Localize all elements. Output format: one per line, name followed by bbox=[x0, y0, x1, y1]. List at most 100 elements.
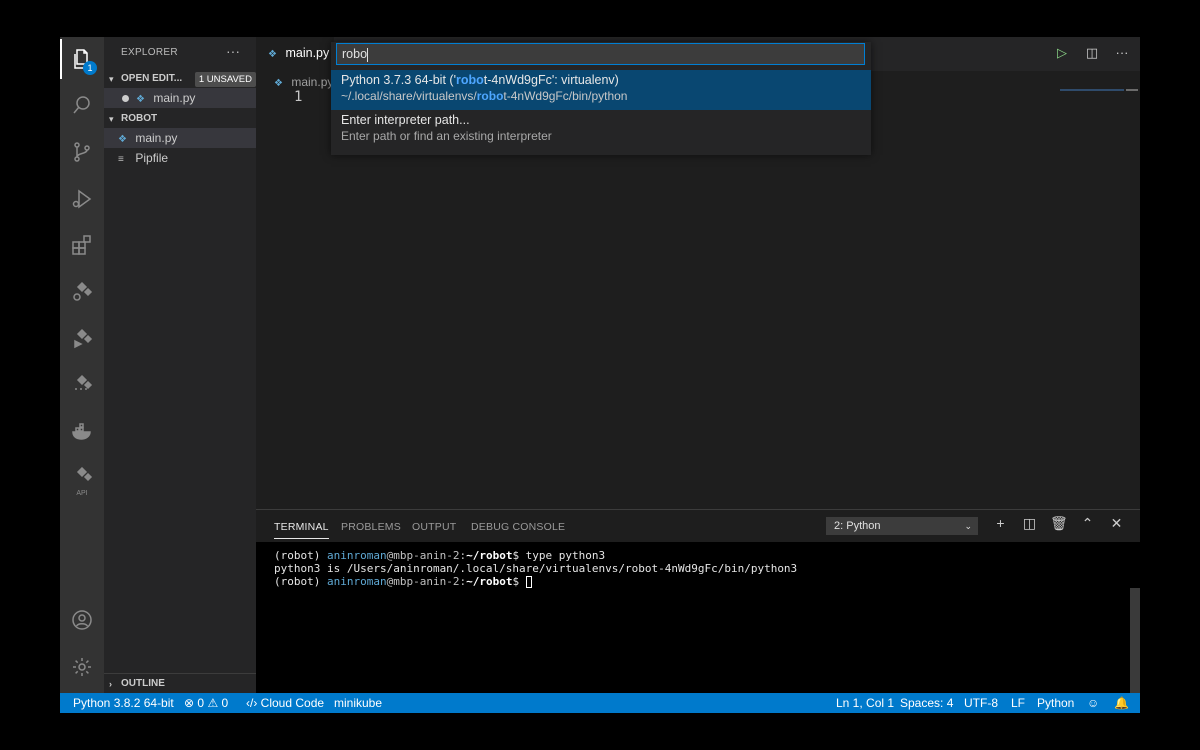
api-label: API bbox=[76, 490, 88, 497]
quick-pick-input[interactable]: robo bbox=[336, 43, 865, 65]
explorer-activity[interactable]: 1 bbox=[60, 39, 104, 79]
bell-icon[interactable]: 🔔 bbox=[1114, 693, 1129, 713]
run-debug-icon bbox=[72, 189, 92, 209]
unsaved-badge: 1 UNSAVED bbox=[194, 72, 256, 87]
split-terminal-icon[interactable]: ◫ bbox=[1021, 515, 1038, 532]
new-terminal-icon[interactable]: + bbox=[992, 515, 1009, 532]
line-number: 1 bbox=[294, 89, 303, 105]
python-file-icon: ❖ bbox=[274, 78, 283, 89]
unsaved-dot-icon bbox=[122, 95, 129, 103]
more-actions-icon[interactable]: ··· bbox=[1114, 45, 1130, 61]
terminal-output[interactable]: (robot) aninroman@mbp-anin-2:~/robot$ ty… bbox=[256, 542, 1140, 694]
terminal-select-value: 2: Python bbox=[834, 520, 881, 532]
text-file-icon: ≡ bbox=[118, 154, 124, 165]
open-editor-item[interactable]: ❖ main.py bbox=[104, 88, 256, 108]
explorer-sidebar: EXPLORER ··· ▾ OPEN EDIT... 1 UNSAVED ❖ … bbox=[104, 37, 256, 693]
cursor-position-status[interactable]: Ln 1, Col 1 bbox=[836, 693, 894, 713]
terminal-line: (robot) aninroman@mbp-anin-2:~/robot$ ty… bbox=[274, 549, 606, 562]
code-icon: ‹/› bbox=[246, 696, 258, 710]
overview-ruler bbox=[1126, 89, 1138, 91]
chevron-down-icon: ▾ bbox=[109, 74, 114, 84]
tab-terminal[interactable]: TERMINAL bbox=[274, 521, 329, 539]
activity-bar: 1 API bbox=[60, 37, 104, 693]
cloud-run-activity[interactable] bbox=[60, 319, 104, 359]
language-mode-status[interactable]: Python bbox=[1037, 693, 1074, 713]
option-detail: Enter path or find an existing interpret… bbox=[341, 129, 552, 143]
terminal-cursor bbox=[525, 576, 532, 588]
breadcrumb-file[interactable]: main.py bbox=[291, 75, 333, 89]
enter-interpreter-path-option[interactable]: Enter interpreter path... Enter path or … bbox=[331, 110, 871, 150]
bottom-panel: TERMINAL PROBLEMS OUTPUT DEBUG CONSOLE 2… bbox=[256, 509, 1140, 694]
terminal-scrollbar[interactable] bbox=[1130, 588, 1140, 694]
run-icon[interactable]: ▷ bbox=[1054, 45, 1070, 61]
outline-label: OUTLINE bbox=[121, 678, 165, 689]
warning-icon: ⚠ bbox=[207, 696, 219, 710]
feedback-icon[interactable]: ☺ bbox=[1087, 693, 1099, 713]
problems-status[interactable]: ⊗ 0 ⚠ 0 bbox=[184, 693, 228, 713]
extensions-icon bbox=[72, 235, 91, 255]
eol-status[interactable]: LF bbox=[1011, 693, 1025, 713]
indentation-status[interactable]: Spaces: 4 bbox=[900, 693, 953, 713]
terminal-line: (robot) aninroman@mbp-anin-2:~/robot$ bbox=[274, 575, 1122, 588]
api-icon bbox=[76, 467, 93, 482]
encoding-status[interactable]: UTF-8 bbox=[964, 693, 998, 713]
python-file-icon: ❖ bbox=[118, 134, 127, 145]
close-panel-icon[interactable]: ✕ bbox=[1108, 515, 1125, 532]
minimap bbox=[1060, 89, 1124, 91]
api-activity[interactable]: API bbox=[60, 459, 104, 499]
terminal-select[interactable]: 2: Python ⌄ bbox=[826, 517, 978, 535]
file-item-main-py[interactable]: ❖ main.py bbox=[104, 128, 256, 148]
chevron-right-icon: › bbox=[109, 679, 112, 689]
cloud-apis-activity[interactable] bbox=[60, 365, 104, 405]
chevron-down-icon: ▾ bbox=[109, 114, 114, 124]
cloud-run-icon bbox=[74, 328, 93, 349]
maximize-panel-icon[interactable]: ⌃ bbox=[1079, 515, 1096, 532]
cloud-code-activity[interactable] bbox=[60, 272, 104, 312]
quick-pick-input-value: robo bbox=[342, 47, 368, 61]
accounts-activity[interactable] bbox=[60, 600, 104, 640]
cloud-code-status[interactable]: ‹/› Cloud Code bbox=[246, 693, 324, 713]
cloud-apis-icon bbox=[75, 374, 93, 390]
file-name: main.py bbox=[135, 131, 178, 145]
source-control-icon bbox=[74, 142, 90, 162]
panel-actions: + ◫ 🗑 ⌃ ✕ bbox=[992, 515, 1125, 532]
search-activity[interactable] bbox=[60, 85, 104, 125]
docker-activity[interactable] bbox=[60, 412, 104, 452]
manage-activity[interactable] bbox=[60, 647, 104, 687]
python-interpreter-status[interactable]: Python 3.8.2 64-bit bbox=[73, 693, 174, 713]
gear-icon bbox=[73, 658, 91, 676]
terminal-line: python3 is /Users/aninroman/.local/share… bbox=[274, 562, 798, 575]
docker-icon bbox=[72, 423, 91, 440]
explorer-badge: 1 bbox=[83, 61, 97, 75]
option-label: Python 3.7.3 64-bit ('robot-4nWd9gFc': v… bbox=[341, 73, 619, 87]
tab-problems[interactable]: PROBLEMS bbox=[341, 521, 401, 533]
extensions-activity[interactable] bbox=[60, 225, 104, 265]
source-control-activity[interactable] bbox=[60, 132, 104, 172]
minikube-status[interactable]: minikube bbox=[334, 693, 382, 713]
open-editors-section[interactable]: ▾ OPEN EDIT... 1 UNSAVED bbox=[104, 69, 256, 89]
interpreter-option-virtualenv[interactable]: Python 3.7.3 64-bit ('robot-4nWd9gFc': v… bbox=[331, 70, 871, 110]
robot-folder-section[interactable]: ▾ ROBOT bbox=[104, 109, 256, 129]
tab-debug-console[interactable]: DEBUG CONSOLE bbox=[471, 521, 565, 533]
file-item-pipfile[interactable]: ≡ Pipfile bbox=[104, 148, 256, 168]
tab-output[interactable]: OUTPUT bbox=[412, 521, 456, 533]
run-debug-activity[interactable] bbox=[60, 179, 104, 219]
option-label: Enter interpreter path... bbox=[341, 113, 470, 127]
option-detail: ~/.local/share/virtualenvs/robot-4nWd9gF… bbox=[341, 89, 628, 103]
tab-main-py[interactable]: ❖ main.py bbox=[256, 37, 334, 71]
tab-label: main.py bbox=[285, 46, 330, 60]
folder-label: ROBOT bbox=[121, 113, 158, 124]
status-bar: Python 3.8.2 64-bit ⊗ 0 ⚠ 0 ‹/› Cloud Co… bbox=[60, 693, 1140, 713]
split-editor-icon[interactable]: ◫ bbox=[1084, 45, 1100, 61]
python-file-icon: ❖ bbox=[136, 94, 145, 105]
editor-actions: ▷ ◫ ··· bbox=[1054, 45, 1130, 61]
search-icon bbox=[73, 96, 90, 114]
file-name: Pipfile bbox=[135, 151, 169, 165]
vscode-window: 1 API EXPLORER ··· ▾ OPEN EDIT... 1 UNSA… bbox=[60, 37, 1140, 713]
explorer-more-actions[interactable]: ··· bbox=[226, 43, 240, 59]
chevron-down-icon: ⌄ bbox=[964, 521, 972, 531]
cloud-code-icon bbox=[73, 281, 93, 301]
open-editors-label: OPEN EDIT... bbox=[121, 73, 183, 84]
trash-icon[interactable]: 🗑 bbox=[1050, 515, 1068, 532]
outline-section[interactable]: › OUTLINE bbox=[104, 673, 256, 693]
